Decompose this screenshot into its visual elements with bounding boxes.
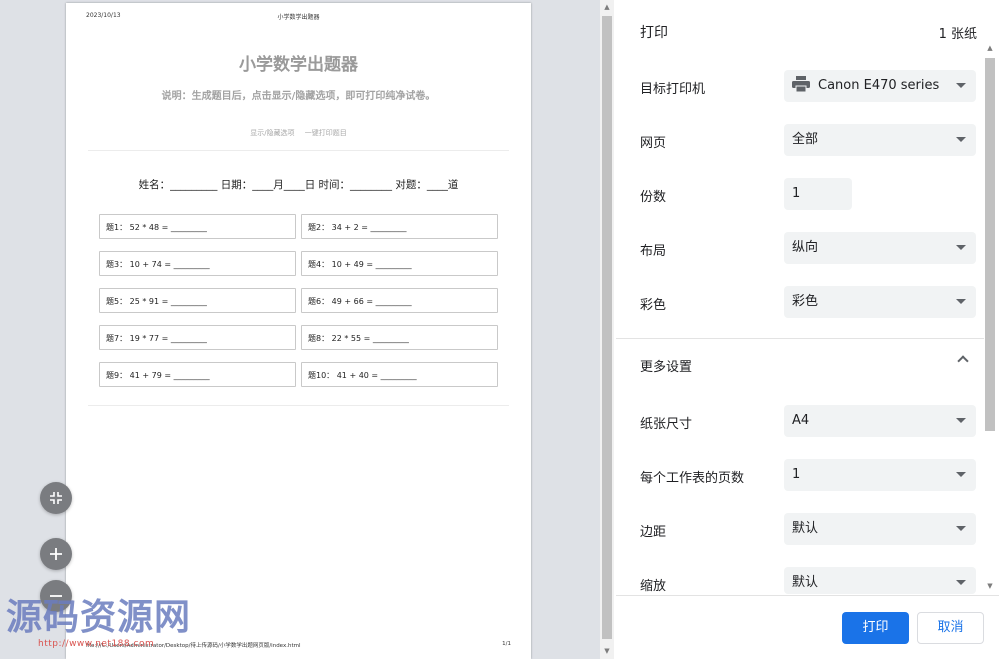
dialog-title: 打印 (640, 25, 668, 41)
paper-size-select[interactable]: A4 (784, 405, 976, 437)
divider (616, 595, 999, 596)
preview-page: 2023/10/13 小学数学出题器 小学数学出题器 说明：生成题目后，点击显示… (66, 3, 531, 659)
divider (616, 338, 984, 339)
divider (88, 150, 509, 151)
more-settings-toggle[interactable]: 更多设置 (640, 356, 692, 375)
document-description: 说明：生成题目后，点击显示/隐藏选项，即可打印纯净试卷。 (161, 91, 436, 102)
student-info-line: 姓名：_________ 日期：____月____日 时间：________ 对… (138, 179, 459, 191)
settings-scrollbar[interactable]: ▲ ▼ (984, 42, 996, 594)
pages-select[interactable]: 全部 (784, 124, 976, 156)
toggle-options-link: 显示/隐藏选项 (250, 129, 295, 137)
plus-icon (50, 548, 62, 560)
pages-per-sheet-label: 每个工作表的页数 (640, 471, 745, 486)
chevron-down-icon (956, 137, 966, 142)
pages-label: 网页 (640, 136, 667, 151)
color-label: 彩色 (640, 298, 667, 313)
question-box: 题4： 10 + 49 = _________ (301, 251, 498, 276)
destination-value: Canon E470 series (818, 78, 940, 93)
copies-input[interactable]: 1 (784, 178, 852, 210)
scroll-up-arrow-icon[interactable]: ▲ (984, 44, 996, 52)
scroll-up-arrow-icon[interactable]: ▲ (602, 3, 612, 11)
question-box: 题9： 41 + 79 = _________ (99, 362, 296, 387)
scale-label: 缩放 (640, 579, 667, 594)
pages-per-sheet-value: 1 (792, 467, 801, 482)
scroll-down-arrow-icon[interactable]: ▼ (602, 647, 612, 655)
document-links: 显示/隐藏选项 一键打印题目 (66, 128, 531, 138)
chevron-down-icon (956, 418, 966, 423)
chevron-down-icon (956, 299, 966, 304)
zoom-in-button[interactable] (40, 538, 72, 570)
watermark-url: http://www.net188.com (38, 639, 155, 649)
paper-size-label: 纸张尺寸 (640, 417, 693, 432)
chevron-up-icon[interactable] (957, 355, 969, 367)
print-preview-area: 2023/10/13 小学数学出题器 小学数学出题器 说明：生成题目后，点击显示… (0, 0, 600, 659)
page-footer-number: 1/1 (502, 641, 511, 647)
chevron-down-icon (956, 580, 966, 585)
preview-scrollbar[interactable]: ▲ ▼ (600, 0, 614, 659)
print-button[interactable]: 打印 (842, 612, 909, 644)
layout-value: 纵向 (792, 240, 819, 255)
pages-value: 全部 (792, 132, 819, 147)
copies-label: 份数 (640, 190, 667, 205)
document-title: 小学数学出题器 (239, 55, 358, 75)
scrollbar-thumb[interactable] (985, 58, 995, 431)
margins-label: 边距 (640, 525, 667, 540)
watermark-text: 源码资源网 (6, 596, 192, 638)
question-box: 题1： 52 * 48 = _________ (99, 214, 296, 239)
paper-size-value: A4 (792, 413, 810, 428)
layout-select[interactable]: 纵向 (784, 232, 976, 264)
question-box: 题3： 10 + 74 = _________ (99, 251, 296, 276)
sheet-count: 1 张纸 (938, 27, 977, 42)
scale-select[interactable]: 默认 (784, 567, 976, 594)
question-box: 题5： 25 * 91 = _________ (99, 288, 296, 313)
fit-to-page-icon (50, 492, 62, 504)
scrollbar-thumb[interactable] (602, 16, 612, 639)
layout-label: 布局 (640, 244, 667, 259)
color-select[interactable]: 彩色 (784, 286, 976, 318)
chevron-down-icon (956, 245, 966, 250)
destination-label: 目标打印机 (640, 82, 706, 97)
fit-to-page-button[interactable] (40, 482, 72, 514)
question-box: 题2： 34 + 2 = _________ (301, 214, 498, 239)
page-header-title: 小学数学出题器 (277, 14, 320, 21)
margins-select[interactable]: 默认 (784, 513, 976, 545)
chevron-down-icon (956, 83, 966, 88)
question-box: 题8： 22 * 55 = _________ (301, 325, 498, 350)
print-settings-panel: 打印 1 张纸 目标打印机 Canon E470 series 网页 全部 份数… (616, 0, 999, 659)
printer-icon (792, 76, 810, 92)
print-questions-link: 一键打印题目 (304, 129, 347, 137)
margins-value: 默认 (792, 521, 819, 536)
chevron-down-icon (956, 526, 966, 531)
color-value: 彩色 (792, 294, 819, 309)
cancel-button[interactable]: 取消 (917, 612, 984, 644)
scroll-down-arrow-icon[interactable]: ▼ (984, 582, 996, 590)
question-box: 题6： 49 + 66 = _________ (301, 288, 498, 313)
scale-value: 默认 (792, 575, 819, 590)
divider (88, 405, 509, 406)
destination-select[interactable]: Canon E470 series (784, 70, 976, 102)
pages-per-sheet-select[interactable]: 1 (784, 459, 976, 491)
question-box: 题10： 41 + 40 = _________ (301, 362, 498, 387)
question-box: 题7： 19 * 77 = _________ (99, 325, 296, 350)
chevron-down-icon (956, 472, 966, 477)
